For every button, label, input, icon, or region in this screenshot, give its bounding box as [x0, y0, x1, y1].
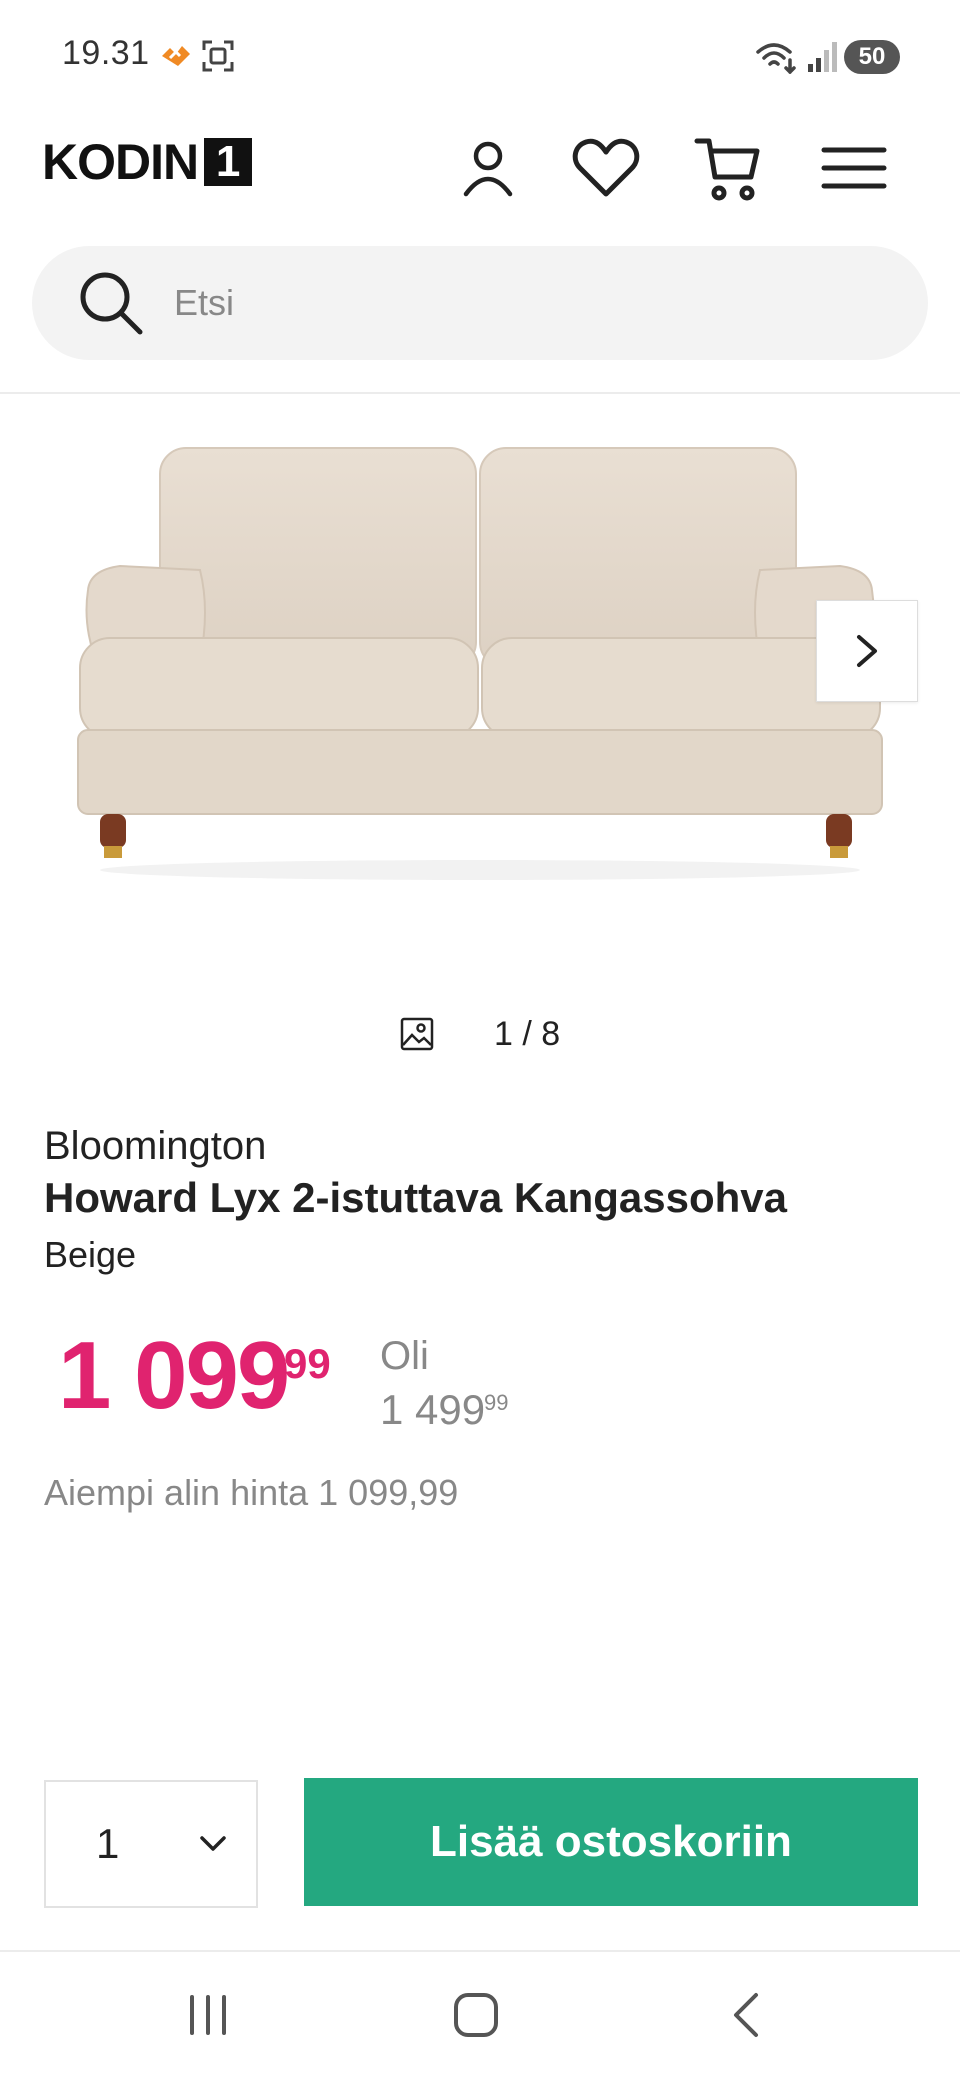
search-bar[interactable]: Etsi	[32, 246, 928, 360]
back-button[interactable]	[696, 1980, 796, 2050]
user-icon	[463, 141, 513, 197]
header-divider	[0, 392, 960, 394]
current-price-cents: 99	[284, 1340, 331, 1387]
recent-apps-icon	[190, 1995, 226, 2035]
screenshot-icon	[200, 38, 236, 74]
status-time: 19.31	[62, 34, 150, 72]
current-price: 1 099	[58, 1322, 290, 1429]
product-brand[interactable]: Bloomington	[44, 1124, 266, 1169]
logo-number: 1	[204, 138, 253, 186]
quantity-select[interactable]: 1	[44, 1780, 258, 1908]
product-variant: Beige	[44, 1234, 137, 1275]
bottom-divider	[0, 1950, 960, 1952]
battery-indicator: 50	[844, 40, 900, 74]
notification-icon	[158, 38, 194, 74]
lowest-price-note: Aiempi alin hinta 1 099,99	[44, 1472, 459, 1513]
old-price-cents: 99	[484, 1390, 509, 1415]
old-price-label: Oli	[380, 1334, 429, 1378]
product-image[interactable]	[60, 430, 900, 890]
recent-apps-button[interactable]	[158, 1980, 258, 2050]
old-price: 1 499	[380, 1386, 486, 1433]
kodin1-logo[interactable]: KODIN 1	[42, 134, 253, 190]
account-button[interactable]	[448, 128, 528, 208]
image-icon	[400, 1017, 434, 1051]
chevron-down-icon	[200, 1836, 226, 1851]
quantity-value: 1	[96, 1820, 120, 1867]
home-icon	[454, 1993, 498, 2037]
menu-icon	[821, 147, 887, 189]
cart-button[interactable]	[688, 128, 768, 208]
search-icon	[80, 272, 143, 335]
product-title: Howard Lyx 2-istuttava Kangassohva	[44, 1174, 787, 1221]
logo-text: KODIN	[42, 134, 199, 190]
home-button[interactable]	[426, 1980, 526, 2050]
heart-icon	[572, 138, 640, 197]
gallery-counter: 1 / 8	[400, 1012, 560, 1056]
wishlist-button[interactable]	[566, 128, 646, 208]
next-image-button[interactable]	[816, 600, 918, 702]
add-to-cart-button[interactable]: Lisää ostoskoriin	[304, 1778, 918, 1906]
wifi-icon	[754, 38, 798, 75]
chevron-right-icon	[857, 635, 877, 667]
search-input[interactable]: Etsi	[174, 282, 234, 324]
signal-icon	[804, 38, 840, 74]
cart-icon	[694, 138, 760, 201]
back-icon	[734, 1993, 758, 2037]
image-counter-text: 1 / 8	[494, 1014, 561, 1053]
menu-button[interactable]	[814, 128, 894, 208]
